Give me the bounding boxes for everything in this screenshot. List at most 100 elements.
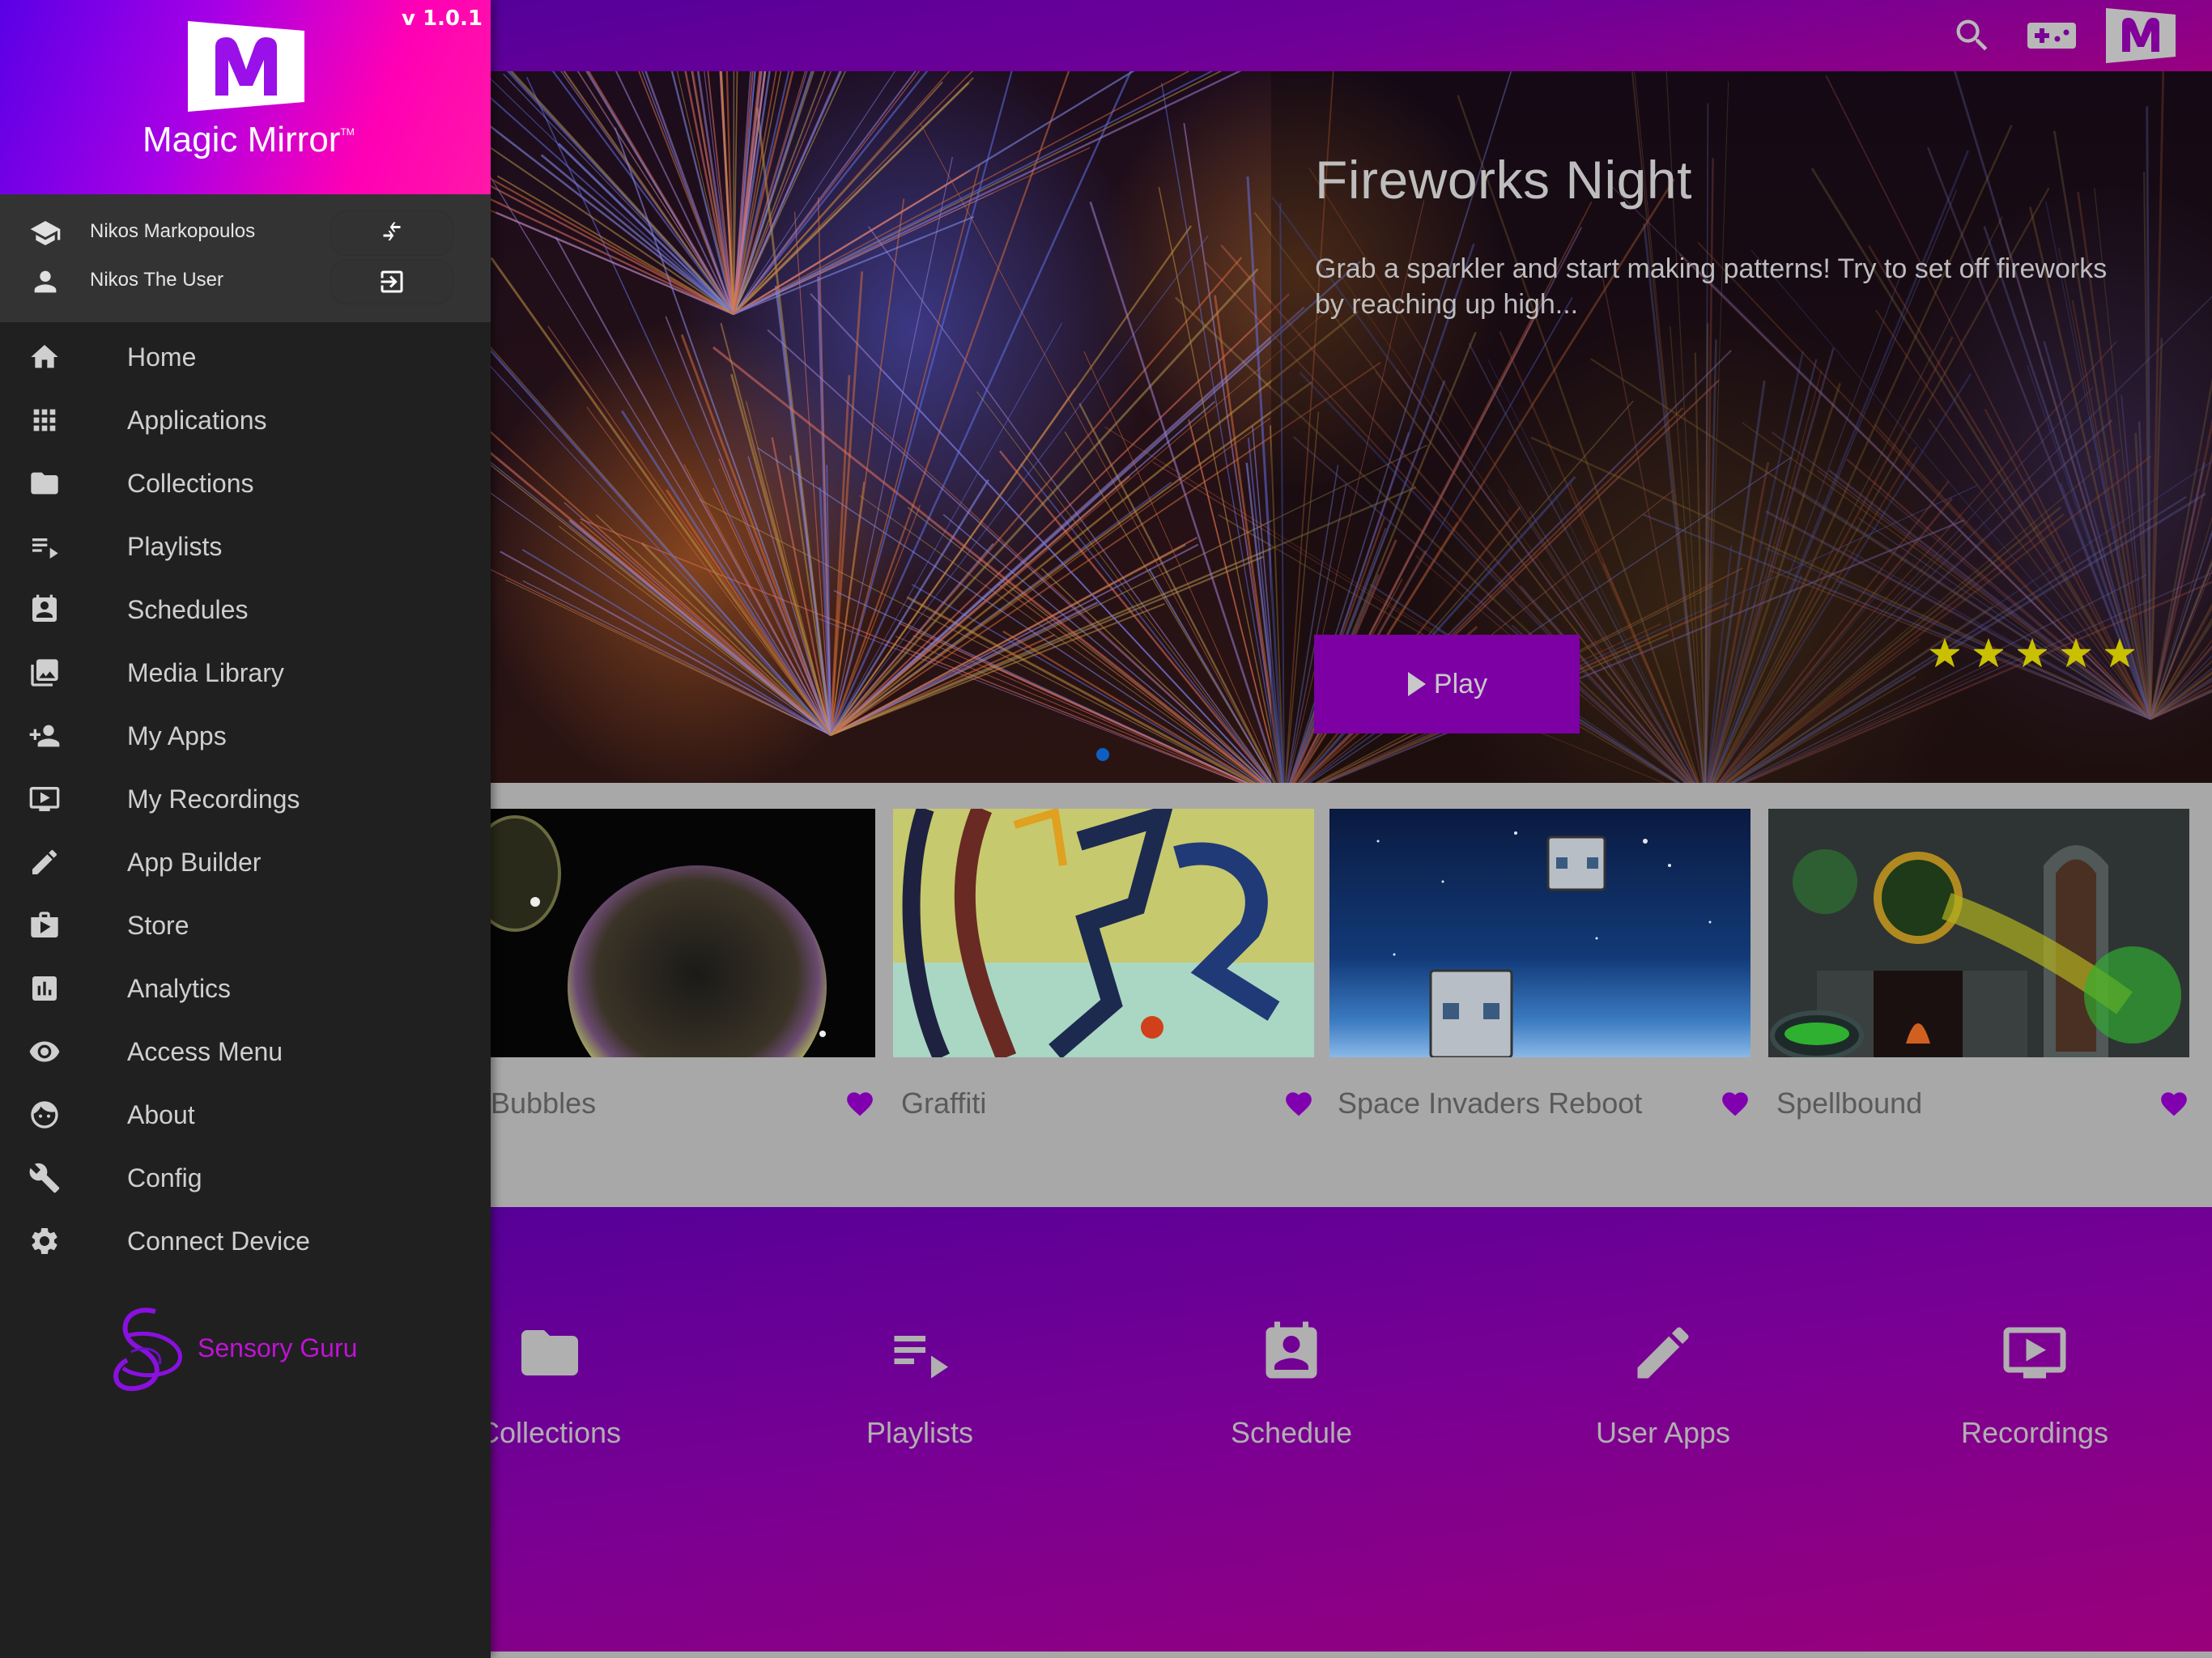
sidebar-item-label: Config	[127, 1163, 202, 1192]
sensory-guru-logo: Sensory Guru	[107, 1303, 357, 1392]
teacher-user-row: Nikos Markopoulos	[0, 210, 491, 256]
app-card-graffiti[interactable]: Graffiti	[893, 809, 1314, 1146]
sidebar-item-connect-device[interactable]: Connect Device	[0, 1209, 491, 1273]
photo-library-icon	[28, 656, 62, 690]
quick-link-schedule[interactable]: Schedule	[1170, 1316, 1413, 1450]
app-card-space-invaders-reboot[interactable]: Space Invaders Reboot	[1329, 809, 1750, 1146]
playlist-icon	[28, 529, 62, 563]
app-card-spellbound[interactable]: Spellbound	[1768, 809, 2189, 1146]
quick-link-user-apps[interactable]: User Apps	[1542, 1316, 1784, 1450]
hero-description: Grab a sparkler and start making pattern…	[1315, 253, 2108, 320]
sidebar-item-config[interactable]: Config	[0, 1146, 491, 1209]
sidebar-item-label: My Recordings	[127, 784, 300, 814]
sidebar-item-about[interactable]: About	[0, 1083, 491, 1146]
login-icon	[381, 270, 403, 293]
contact-calendar-icon	[28, 593, 62, 627]
quick-links-section: Collections Playlists Schedule User Apps…	[479, 1207, 2212, 1652]
star-icon	[1929, 638, 1961, 668]
star-icon	[2016, 638, 2048, 668]
trademark: TM	[340, 126, 355, 138]
play-button[interactable]: Play	[1314, 635, 1580, 733]
app-cards-row: Bubbles Graffiti Space Invaders Reboot S…	[491, 783, 2212, 1207]
sensory-guru-knot-icon	[113, 1307, 182, 1392]
school-icon	[30, 221, 61, 245]
sidebar-item-label: Media Library	[127, 657, 284, 687]
sidebar-item-label: Store	[127, 910, 189, 940]
login-button[interactable]	[330, 259, 453, 304]
sidebar-item-home[interactable]: Home	[0, 325, 491, 389]
gear-icon	[28, 1224, 62, 1258]
app-card-title: Bubbles	[491, 1086, 597, 1120]
sidebar-item-label: Collections	[127, 468, 254, 498]
app-card-image	[1768, 809, 2189, 1057]
drawer-nav-list: Home Applications Collections Playlists Sche…	[0, 325, 491, 1273]
switch-user-button[interactable]	[330, 210, 453, 256]
magic-mirror-logo-icon	[188, 21, 304, 112]
play-label: Play	[1433, 668, 1488, 699]
quick-link-label: Schedule	[1230, 1416, 1353, 1449]
sidebar-item-my-apps[interactable]: My Apps	[0, 704, 491, 767]
app-card-image	[893, 809, 1314, 1057]
rating-stars	[1929, 638, 2136, 668]
eye-icon	[28, 1035, 62, 1069]
quick-link-playlists[interactable]: Playlists	[798, 1316, 1041, 1450]
ondemand-video-icon	[2003, 1327, 2066, 1379]
bottom-divider	[491, 1652, 2212, 1658]
sidebar-item-label: App Builder	[127, 847, 262, 877]
heart-icon[interactable]	[1720, 1088, 1750, 1117]
pencil-icon	[28, 845, 62, 879]
sidebar-item-playlists[interactable]: Playlists	[0, 515, 491, 578]
heart-icon[interactable]	[1283, 1088, 1314, 1117]
app-name-text: Magic Mirror	[143, 120, 341, 159]
games-button[interactable]	[2026, 11, 2078, 60]
analytics-icon	[28, 971, 62, 1005]
quick-link-label: Recordings	[1960, 1416, 2109, 1449]
sidebar-item-app-builder[interactable]: App Builder	[0, 831, 491, 894]
folder-icon	[28, 466, 62, 500]
quick-link-recordings[interactable]: Recordings	[1913, 1316, 2156, 1450]
sidebar-item-access-menu[interactable]: Access Menu	[0, 1020, 491, 1083]
app-card-title: Spellbound	[1776, 1086, 1923, 1120]
sidebar-item-applications[interactable]: Applications	[0, 389, 491, 452]
quick-link-label: Playlists	[866, 1416, 974, 1449]
sidebar-item-my-recordings[interactable]: My Recordings	[0, 767, 491, 831]
ondemand-video-icon	[28, 782, 62, 816]
user-panel: Nikos Markopoulos Nikos The User	[0, 194, 491, 322]
heart-icon[interactable]	[2159, 1088, 2189, 1117]
magic-mirror-logo[interactable]	[2102, 6, 2180, 63]
sidebar-item-label: My Apps	[127, 721, 227, 750]
featured-carousel[interactable]: Fireworks Night Grab a sparkler and star…	[491, 71, 2212, 783]
search-icon	[1956, 19, 1988, 51]
app-version: v 1.0.1	[401, 6, 483, 31]
star-icon	[2060, 638, 2092, 668]
app-card-bubbles[interactable]: Bubbles	[491, 809, 875, 1146]
sidebar-item-label: Analytics	[127, 973, 232, 1003]
star-icon	[2104, 638, 2136, 668]
sidebar-item-label: Schedules	[127, 594, 249, 624]
sidebar-item-store[interactable]: Store	[0, 894, 491, 957]
quick-link-label: User Apps	[1595, 1416, 1731, 1449]
carousel-dot-active[interactable]	[1096, 748, 1109, 761]
user-name: Nikos Markopoulos	[90, 220, 256, 242]
folder-icon	[521, 1330, 578, 1375]
sidebar-item-label: Connect Device	[127, 1226, 310, 1256]
shop-icon	[28, 908, 62, 942]
face-icon	[28, 1098, 62, 1132]
sidebar-item-analytics[interactable]: Analytics	[0, 957, 491, 1020]
sidebar-item-schedules[interactable]: Schedules	[0, 578, 491, 641]
sidebar-item-collections[interactable]: Collections	[0, 452, 491, 515]
wrench-icon	[28, 1161, 62, 1195]
person-icon	[34, 270, 57, 293]
apps-grid-icon	[28, 403, 62, 437]
app-card-title: Space Invaders Reboot	[1338, 1086, 1643, 1120]
app-card-image	[1329, 809, 1750, 1057]
home-icon	[28, 340, 62, 374]
sidebar-item-label: Home	[127, 342, 197, 372]
sidebar-item-label: Applications	[127, 405, 267, 435]
search-button[interactable]	[1950, 11, 1995, 60]
hero-title: Fireworks Night	[1315, 150, 1692, 210]
sidebar-item-media-library[interactable]: Media Library	[0, 641, 491, 704]
heart-icon[interactable]	[844, 1088, 875, 1117]
user-name: Nikos The User	[90, 269, 223, 291]
play-icon	[1407, 672, 1426, 696]
